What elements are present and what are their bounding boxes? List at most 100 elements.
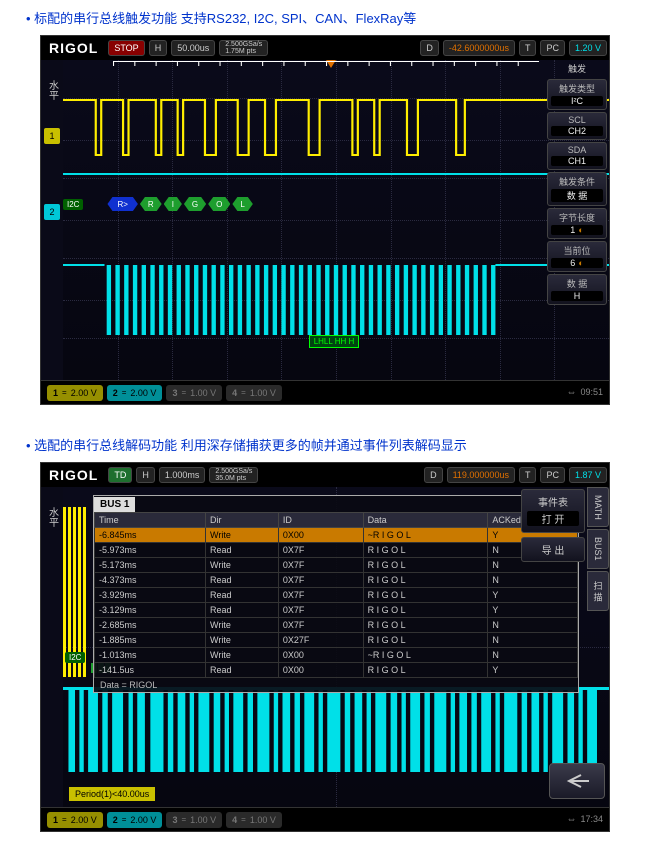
table-footer: Data = RIGOL xyxy=(94,678,578,692)
cell-data: R I G O L xyxy=(363,603,488,618)
usb-icon: ⇔ xyxy=(566,814,576,825)
knob-icon: ◐ xyxy=(578,225,583,235)
col-dir[interactable]: Dir xyxy=(206,513,279,528)
cell-data: R I G O L xyxy=(363,558,488,573)
cell-dir: Write xyxy=(206,618,279,633)
cell-dir: Read xyxy=(206,543,279,558)
event-table[interactable]: BUS 1 Time Dir ID Data ACKed -6.845msWri… xyxy=(93,495,579,693)
t-icon: PC xyxy=(540,40,565,56)
table-row[interactable]: -1.013msWrite0X00~R I G O LN xyxy=(95,648,578,663)
menu-sda[interactable]: SDA CH1 xyxy=(547,142,607,170)
run-status[interactable]: STOP xyxy=(108,40,144,56)
run-status[interactable]: TD xyxy=(108,467,132,483)
trigger-volt[interactable]: 1.20 V xyxy=(569,40,607,56)
cell-id: 0X00 xyxy=(278,648,363,663)
menu-current-bit[interactable]: 当前位 6◐ xyxy=(547,241,607,272)
table-row[interactable]: -5.173msWrite0X7FR I G O LN xyxy=(95,558,578,573)
left-strip: 水平 xyxy=(41,487,63,807)
cell-data: ~R I G O L xyxy=(363,648,488,663)
trigger-volt[interactable]: 1.87 V xyxy=(569,467,607,483)
cell-ack: Y xyxy=(488,588,578,603)
brand-label: RIGOL xyxy=(41,40,106,56)
tab-bus1[interactable]: BUS1 xyxy=(587,529,609,569)
cell-ack: N xyxy=(488,618,578,633)
menu-export[interactable]: 导 出 xyxy=(521,537,585,562)
menu-scl[interactable]: SCL CH2 xyxy=(547,112,607,140)
i2c-byte-2: G xyxy=(184,197,206,211)
left-strip: 水平 1 2 xyxy=(41,60,63,380)
cell-ack: Y xyxy=(488,663,578,678)
timebase[interactable]: 50.00us xyxy=(171,40,215,56)
oscilloscope-screen-1: RIGOL STOP H 50.00us 2.500GSa/s 1.75M pt… xyxy=(40,35,610,405)
d-label: D xyxy=(420,40,439,56)
side-menu-2: 事件表 打 开 导 出 xyxy=(521,489,585,566)
ch2-indicator[interactable]: 2=2.00 V xyxy=(107,385,163,401)
table-row[interactable]: -3.129msRead0X7FR I G O LY xyxy=(95,603,578,618)
col-id[interactable]: ID xyxy=(278,513,363,528)
trigger-menu: 触发 触发类型 I²C SCL CH2 SDA CH1 触发条件 数 据 xyxy=(545,60,609,307)
horiz-label: 水平 xyxy=(45,507,60,527)
menu-trigger-type[interactable]: 触发类型 I²C xyxy=(547,79,607,110)
ch2-indicator[interactable]: 2=2.00 V xyxy=(107,812,163,828)
cell-time: -3.129ms xyxy=(95,603,206,618)
cell-dir: Write xyxy=(206,558,279,573)
table-row[interactable]: -6.845msWrite0X00~R I G O LY xyxy=(95,528,578,543)
d-label: D xyxy=(424,467,443,483)
table-row[interactable]: -4.373msRead0X7FR I G O LN xyxy=(95,573,578,588)
cell-ack: N xyxy=(488,648,578,663)
cell-data: R I G O L xyxy=(363,633,488,648)
ch1-indicator[interactable]: 1=2.00 V xyxy=(47,385,103,401)
ch2-waveform-burst xyxy=(63,682,609,777)
h-label: H xyxy=(136,467,155,483)
usb-icon: ⇔ xyxy=(566,387,576,398)
table-row[interactable]: -141.5usRead0X00R I G O LY xyxy=(95,663,578,678)
menu-condition[interactable]: 触发条件 数 据 xyxy=(547,172,607,206)
horiz-label: 水平 xyxy=(45,80,60,100)
ch3-indicator[interactable]: 3=1.00 V xyxy=(166,812,222,828)
table-row[interactable]: -2.685msWrite0X7FR I G O LN xyxy=(95,618,578,633)
cell-time: -1.013ms xyxy=(95,648,206,663)
ch4-indicator[interactable]: 4=1.00 V xyxy=(226,812,282,828)
cell-dir: Read xyxy=(206,603,279,618)
cell-id: 0X00 xyxy=(278,528,363,543)
timebase[interactable]: 1.000ms xyxy=(159,467,206,483)
t-label: T xyxy=(519,467,537,483)
ch4-indicator[interactable]: 4=1.00 V xyxy=(226,385,282,401)
tab-math[interactable]: MATH xyxy=(587,487,609,527)
oscilloscope-screen-2: RIGOL TD H 1.000ms 2.500GSa/s 35.0M pts … xyxy=(40,462,610,832)
table-row[interactable]: -5.973msRead0X7FR I G O LN xyxy=(95,543,578,558)
ruler-top xyxy=(113,60,539,70)
waveform-area-1[interactable]: I2C R> R I G O L LHLL HH xyxy=(63,60,609,380)
cell-dir: Read xyxy=(206,663,279,678)
col-data[interactable]: Data xyxy=(363,513,488,528)
bit-pattern-overlay: LHLL HH H xyxy=(309,335,360,348)
d-value[interactable]: 119.000000us xyxy=(447,467,515,483)
cell-ack: Y xyxy=(488,603,578,618)
i2c-byte-4: L xyxy=(232,197,252,211)
tab-scan[interactable]: 扫 描 xyxy=(587,571,609,611)
table-row[interactable]: -1.885msWrite0X27FR I G O LN xyxy=(95,633,578,648)
table-row[interactable]: -3.929msRead0X7FR I G O LY xyxy=(95,588,578,603)
ch2-baseline xyxy=(63,173,609,175)
cell-time: -4.373ms xyxy=(95,573,206,588)
cell-ack: N xyxy=(488,573,578,588)
cell-data: R I G O L xyxy=(363,543,488,558)
cell-time: -5.973ms xyxy=(95,543,206,558)
menu-byte-len[interactable]: 字节长度 1◐ xyxy=(547,208,607,239)
waveform-area-2[interactable]: I2C Period(1)<40.00us BUS 1 xyxy=(63,487,609,807)
menu-event-type[interactable]: 事件表 打 开 xyxy=(521,489,585,533)
cell-id: 0X7F xyxy=(278,558,363,573)
scope2-header: RIGOL TD H 1.000ms 2.500GSa/s 35.0M pts … xyxy=(41,463,609,487)
right-col-label: 触发 xyxy=(547,62,607,75)
ch3-indicator[interactable]: 3=1.00 V xyxy=(166,385,222,401)
bus-title: BUS 1 xyxy=(94,497,135,512)
decode-table[interactable]: Time Dir ID Data ACKed -6.845msWrite0X00… xyxy=(94,512,578,678)
sample-info: 2.500GSa/s 35.0M pts xyxy=(209,467,258,483)
menu-data[interactable]: 数 据 H xyxy=(547,274,607,305)
ch2-waveform xyxy=(63,260,609,340)
col-time[interactable]: Time xyxy=(95,513,206,528)
i2c-addr: R> xyxy=(107,197,137,211)
ch1-indicator[interactable]: 1=2.00 V xyxy=(47,812,103,828)
d-value[interactable]: -42.6000000us xyxy=(443,40,515,56)
cell-id: 0X00 xyxy=(278,663,363,678)
